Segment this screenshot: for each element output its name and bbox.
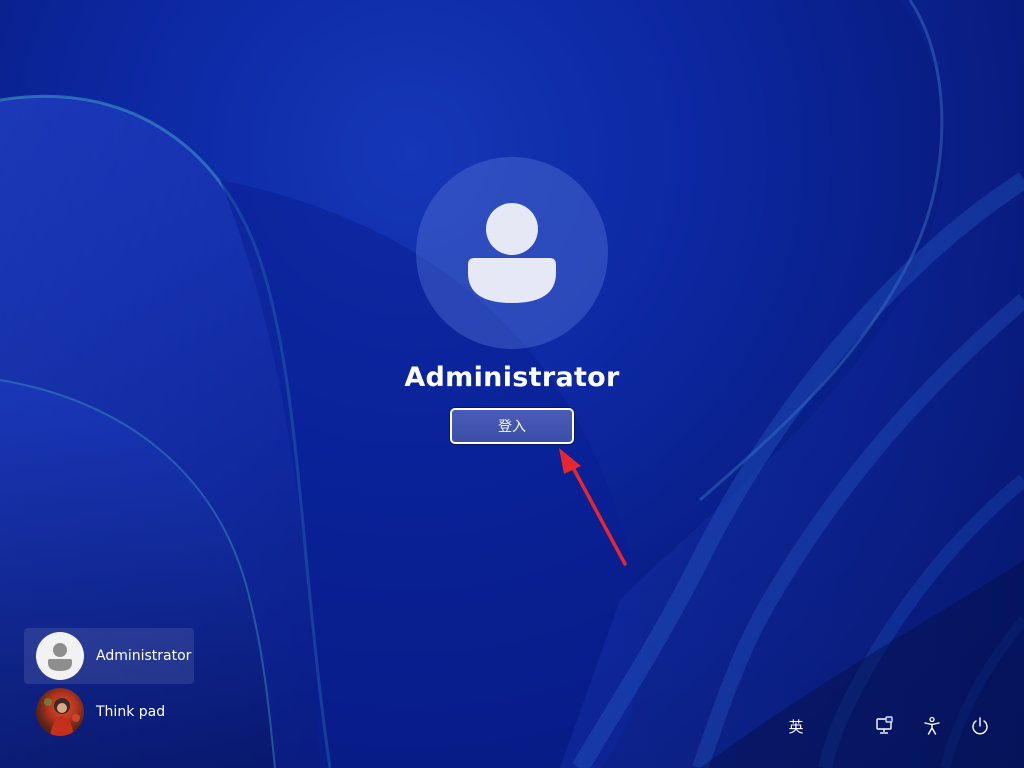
user-avatar-large bbox=[416, 157, 608, 349]
input-method-button[interactable]: 英 bbox=[778, 708, 814, 744]
user-item-label: Think pad bbox=[96, 704, 166, 720]
network-button[interactable] bbox=[866, 708, 902, 744]
user-item-administrator[interactable]: Administrator bbox=[24, 628, 194, 684]
lock-screen: Administrator 登入 Administrator Think pad… bbox=[0, 0, 1024, 768]
portrait-image bbox=[44, 698, 80, 736]
accessibility-icon bbox=[924, 716, 940, 735]
power-icon bbox=[972, 717, 988, 735]
user-switcher-list: Administrator Think pad bbox=[24, 628, 194, 740]
username-title: Administrator bbox=[404, 362, 620, 393]
power-button[interactable] bbox=[962, 708, 998, 744]
network-icon bbox=[876, 716, 893, 734]
sign-in-button[interactable]: 登入 bbox=[450, 408, 574, 444]
default-user-avatar bbox=[36, 632, 84, 680]
accessibility-button[interactable] bbox=[914, 708, 950, 744]
photo-avatar bbox=[36, 688, 84, 736]
user-item-think-pad[interactable]: Think pad bbox=[24, 684, 194, 740]
user-item-label: Administrator bbox=[96, 648, 192, 664]
person-icon bbox=[468, 203, 556, 303]
person-icon bbox=[48, 643, 72, 671]
